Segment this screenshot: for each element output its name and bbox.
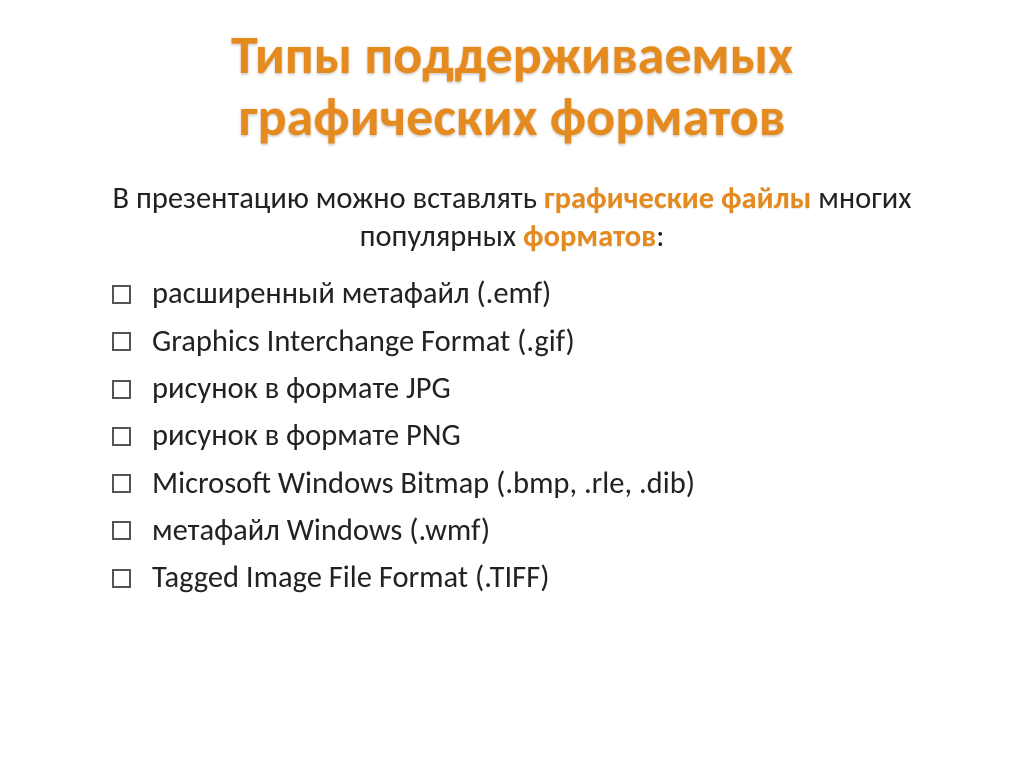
format-list: расширенный метафайл (.emf) Graphics Int…	[60, 270, 964, 601]
list-item: Microsoft Windows Bitmap (.bmp, .rle, .d…	[112, 460, 964, 507]
list-item-label: метафайл Windows (.wmf)	[152, 512, 490, 549]
intro-paragraph: В презентацию можно вставлять графически…	[60, 180, 964, 256]
title-line-1: Типы поддерживаемых	[231, 22, 793, 88]
intro-text-1: В презентацию можно вставлять	[113, 180, 544, 217]
list-item: рисунок в формате PNG	[112, 412, 964, 459]
list-item-label: Microsoft Windows Bitmap (.bmp, .rle, .d…	[152, 465, 695, 502]
list-item: Graphics Interchange Format (.gif)	[112, 318, 964, 365]
title-line-2: графических форматов	[238, 84, 785, 150]
list-item: метафайл Windows (.wmf)	[112, 507, 964, 554]
list-item: расширенный метафайл (.emf)	[112, 270, 964, 317]
slide-title: Типы поддерживаемых графических форматов	[60, 24, 964, 148]
intro-accent-1: графические файлы	[544, 180, 812, 217]
list-item: Tagged Image File Format (.TIFF)	[112, 554, 964, 601]
list-item-label: расширенный метафайл (.emf)	[152, 275, 551, 312]
list-item: рисунок в формате JPG	[112, 365, 964, 412]
list-item-label: Tagged Image File Format (.TIFF)	[152, 559, 549, 596]
intro-text-3: :	[656, 218, 664, 255]
list-item-label: рисунок в формате PNG	[152, 417, 461, 454]
list-item-label: Graphics Interchange Format (.gif)	[152, 323, 575, 360]
list-item-label: рисунок в формате JPG	[152, 370, 451, 407]
slide: Типы поддерживаемых графических форматов…	[0, 0, 1024, 768]
intro-accent-2: форматов	[523, 218, 656, 255]
